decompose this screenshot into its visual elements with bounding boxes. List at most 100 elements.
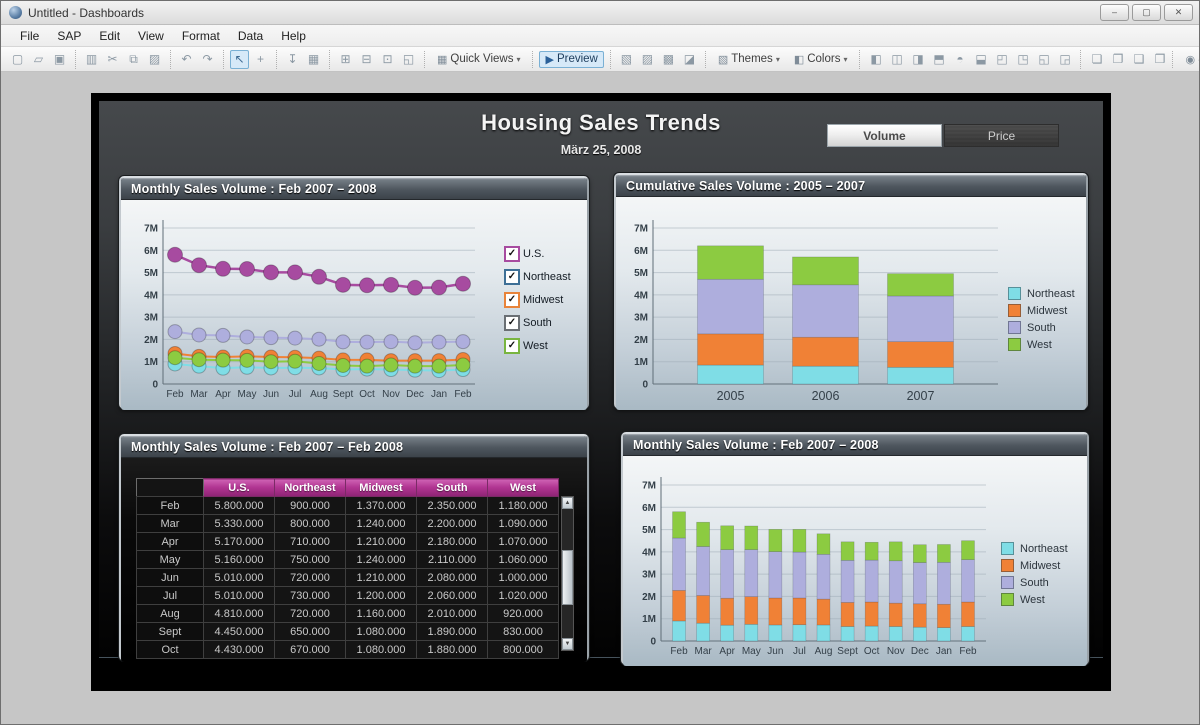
svg-text:3M: 3M: [144, 313, 158, 324]
space-horizontal-icon[interactable]: ◰: [992, 50, 1011, 69]
menu-data[interactable]: Data: [229, 27, 272, 45]
legend-item-south: ✓South: [504, 311, 571, 334]
close-button[interactable]: ✕: [1164, 4, 1193, 21]
print-icon[interactable]: ▥: [82, 50, 101, 69]
svg-text:5M: 5M: [634, 268, 648, 279]
cell: 750.000: [275, 551, 346, 569]
legend-item-northeast: Northeast: [1008, 285, 1075, 302]
price-toggle-button[interactable]: Price: [944, 124, 1059, 147]
svg-text:Jun: Jun: [767, 646, 783, 657]
menu-view[interactable]: View: [129, 27, 173, 45]
canvas-fit-icon[interactable]: ⊡: [378, 50, 397, 69]
menu-sap[interactable]: SAP: [48, 27, 90, 45]
row-label: Sept: [137, 623, 204, 641]
menu-format[interactable]: Format: [173, 27, 229, 45]
add-component-icon[interactable]: +: [251, 50, 270, 69]
menu-help[interactable]: Help: [272, 27, 315, 45]
canvas-resize-icon[interactable]: ◱: [399, 50, 418, 69]
svg-text:4M: 4M: [144, 290, 158, 301]
svg-text:2007: 2007: [907, 389, 935, 403]
open-icon[interactable]: ▱: [29, 50, 48, 69]
maximize-button[interactable]: ▢: [1132, 4, 1161, 21]
themes-button[interactable]: ▧Themes▾: [712, 51, 786, 68]
svg-text:6M: 6M: [642, 503, 656, 514]
cut-icon[interactable]: ✂: [103, 50, 122, 69]
menu-edit[interactable]: Edit: [90, 27, 129, 45]
svg-text:Apr: Apr: [215, 389, 231, 400]
svg-text:2M: 2M: [144, 335, 158, 346]
redo-icon[interactable]: ↷: [198, 50, 217, 69]
scrollbar-thumb[interactable]: [562, 550, 573, 605]
align-right-icon[interactable]: ◨: [908, 50, 927, 69]
volume-toggle-button[interactable]: Volume: [827, 124, 942, 147]
svg-text:Aug: Aug: [310, 389, 328, 400]
send-to-back-icon[interactable]: ❒: [1150, 50, 1169, 69]
table-row: Sept4.450.000650.0001.080.0001.890.00083…: [137, 623, 559, 641]
legend-checkbox-west[interactable]: ✓: [504, 338, 520, 354]
cell: 5.010.000: [204, 587, 275, 605]
cumulative-bar-panel: Cumulative Sales Volume : 2005 – 2007 01…: [614, 173, 1088, 409]
colors-button[interactable]: ◧Colors▾: [788, 51, 854, 68]
data-manager-icon[interactable]: ▦: [304, 50, 323, 69]
cell: 2.180.000: [417, 533, 488, 551]
bring-to-front-icon[interactable]: ❏: [1087, 50, 1106, 69]
export-icon[interactable]: ▧: [617, 50, 636, 69]
legend-color-chip: [1001, 542, 1014, 555]
preview-icon: ▶: [545, 53, 553, 66]
align-top-icon[interactable]: ⬒: [929, 50, 948, 69]
menu-file[interactable]: File: [11, 27, 48, 45]
svg-text:2006: 2006: [812, 389, 840, 403]
select-tool-icon[interactable]: ↖: [230, 50, 249, 69]
legend-item-northeast: ✓Northeast: [504, 265, 571, 288]
canvas-increase-icon[interactable]: ⊞: [336, 50, 355, 69]
cell: 1.880.000: [417, 641, 488, 659]
window-title: Untitled - Dashboards: [28, 6, 144, 20]
same-width-icon[interactable]: ◱: [1034, 50, 1053, 69]
dropdown-arrow-icon: ▾: [843, 55, 847, 64]
cell: 1.070.000: [488, 533, 559, 551]
undo-icon[interactable]: ↶: [177, 50, 196, 69]
same-height-icon[interactable]: ◲: [1055, 50, 1074, 69]
svg-text:2M: 2M: [642, 592, 656, 603]
scrollbar-down-button[interactable]: ▼: [562, 638, 573, 650]
cell: 1.890.000: [417, 623, 488, 641]
legend-checkbox-south[interactable]: ✓: [504, 315, 520, 331]
legend-checkbox-midwest[interactable]: ✓: [504, 292, 520, 308]
table-scrollbar[interactable]: ▲ ▼: [561, 496, 574, 651]
row-label: Jun: [137, 569, 204, 587]
send-email-icon[interactable]: ◪: [680, 50, 699, 69]
cell: 730.000: [275, 587, 346, 605]
send-backward-icon[interactable]: ❑: [1129, 50, 1148, 69]
export-ppt-icon[interactable]: ▩: [659, 50, 678, 69]
quick-views-button[interactable]: ▦Quick Views▾: [431, 51, 526, 68]
cell: 1.000.000: [488, 569, 559, 587]
import-spreadsheet-icon[interactable]: ↧: [283, 50, 302, 69]
minimize-button[interactable]: ‒: [1100, 4, 1129, 21]
legend-checkbox-northeast[interactable]: ✓: [504, 269, 520, 285]
start-page-button[interactable]: ◉Start Page: [1179, 51, 1199, 68]
bring-forward-icon[interactable]: ❐: [1108, 50, 1127, 69]
stacked-bar-chart: 01M2M3M4M5M6M7M200520062007: [624, 199, 1004, 407]
paste-icon[interactable]: ▨: [145, 50, 164, 69]
menu-bar: FileSAPEditViewFormatDataHelp: [1, 25, 1199, 47]
align-center-icon[interactable]: ◫: [887, 50, 906, 69]
export-pdf-icon[interactable]: ▨: [638, 50, 657, 69]
align-left-icon[interactable]: ◧: [866, 50, 885, 69]
save-icon[interactable]: ▣: [50, 50, 69, 69]
svg-text:Sept: Sept: [837, 646, 858, 657]
align-bottom-icon[interactable]: ⬓: [971, 50, 990, 69]
preview-button[interactable]: ▶Preview: [539, 51, 603, 68]
legend-color-chip: [1008, 304, 1021, 317]
new-icon[interactable]: ▢: [8, 50, 27, 69]
svg-text:7M: 7M: [634, 224, 648, 235]
legend-color-chip: [1008, 338, 1021, 351]
scrollbar-up-button[interactable]: ▲: [562, 497, 573, 509]
svg-text:1M: 1M: [634, 357, 648, 368]
align-middle-icon[interactable]: ◓: [950, 50, 969, 69]
canvas-decrease-icon[interactable]: ⊟: [357, 50, 376, 69]
table-row: Apr5.170.000710.0001.210.0002.180.0001.0…: [137, 533, 559, 551]
panel-header: Monthly Sales Volume : Feb 2007 – 2008: [623, 434, 1087, 456]
copy-icon[interactable]: ⧉: [124, 50, 143, 69]
space-vertical-icon[interactable]: ◳: [1013, 50, 1032, 69]
legend-checkbox-us[interactable]: ✓: [504, 246, 520, 262]
